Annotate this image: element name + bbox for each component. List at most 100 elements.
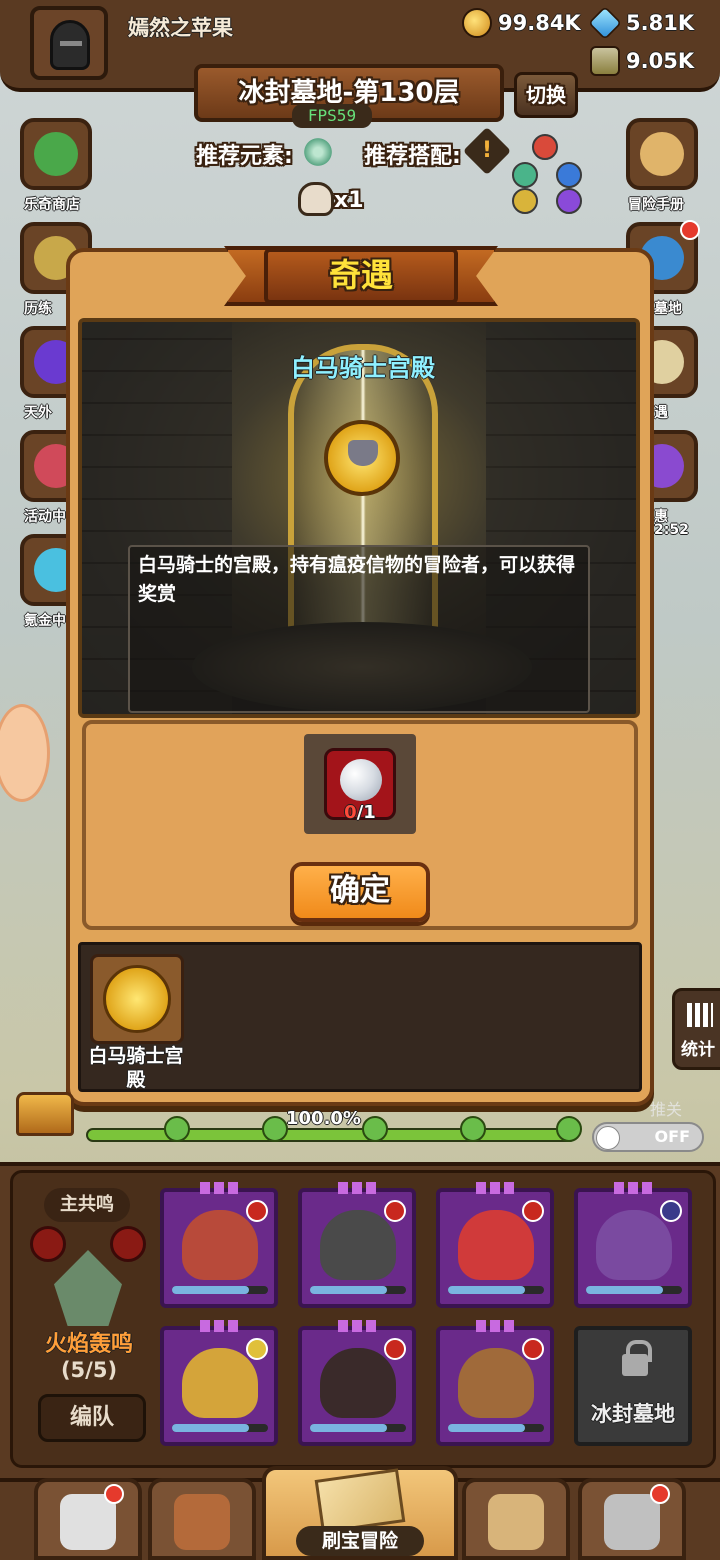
username: 嫣然之苹果 [128,16,233,40]
resonance-right-icon[interactable] [110,1226,146,1262]
confirm-button[interactable]: 确定 [290,862,430,922]
key-icon [362,1116,388,1142]
bar-chart-icon [687,1003,713,1027]
fire-element-badge-icon [522,1338,544,1360]
hero-portrait [458,1348,534,1418]
progress-percent: 100.0% [286,1108,361,1129]
progress-fill [88,1130,574,1140]
hero-hp-bar [172,1424,268,1432]
floating-assist-icon[interactable] [0,704,50,802]
wind-element-icon-small [512,162,538,188]
topup-label: 氪金中 [24,613,66,629]
fire-element-badge-icon [384,1338,406,1360]
stats-button[interactable]: 统计 [672,988,720,1070]
recommended-element-label: 推荐元素: [196,144,293,169]
star-rating [338,1182,378,1194]
hero-hp-bar [448,1424,544,1432]
outer-sky-label: 天外 [24,405,52,421]
wind-element-icon[interactable] [302,136,334,168]
treasure-chest-icon[interactable] [16,1092,74,1136]
switch-stage-button[interactable]: 切换 [514,72,578,118]
hero-slot[interactable] [160,1182,278,1308]
list-item[interactable] [90,954,184,1044]
main-resonance-label: 主共鸣 [44,1188,130,1222]
hero-hp-bar [448,1286,544,1294]
recommended-combo-label: 推荐搭配: [364,144,461,169]
gold-resource[interactable]: 99.84K [462,6,581,40]
hero-head-icon [174,1494,230,1550]
hero-slot[interactable] [436,1320,554,1446]
potion-amount: 9.05K [626,49,695,73]
diamond-resource[interactable]: 5.81K [588,6,694,40]
skull-count: x1 [334,188,364,213]
hero-hp-bar [310,1424,406,1432]
locked-slot-label: 冰封墓地 [591,1402,675,1426]
shop-label: 乐奇商店 [24,197,80,213]
team-count: (5/5) [60,1358,118,1382]
shop-button[interactable] [20,118,92,190]
hero-slot[interactable] [436,1182,554,1308]
knight-helmet-icon [50,20,90,70]
nav-treasure-adventure-button[interactable]: 刷宝冒险 [262,1466,458,1560]
nav-bag-button[interactable] [462,1478,570,1560]
key-icon [164,1116,190,1142]
gold-amount: 99.84K [498,11,581,35]
hammer-icon [604,1494,660,1550]
potion-resource[interactable]: 9.05K [590,44,694,78]
nav-hero-button[interactable] [148,1478,256,1560]
reward-have: 0 [344,802,357,823]
hero-hp-bar [586,1286,682,1294]
team-name: 火焰轰鸣 [44,1332,133,1357]
star-rating [200,1320,240,1332]
hero-slot[interactable] [298,1182,416,1308]
hero-portrait [182,1210,258,1280]
nav-shop-button[interactable] [34,1478,142,1560]
training-label: 历练 [24,301,52,317]
hero-slot[interactable] [574,1182,692,1308]
moon-element-badge-icon [660,1200,682,1222]
player-avatar[interactable] [30,6,108,80]
backpack-icon [488,1494,544,1550]
fire-element-icon [532,134,558,160]
fire-element-badge-icon [246,1200,268,1222]
fps-counter: FPS59 [292,104,372,128]
star-rating [614,1182,654,1194]
lock-icon [622,1340,652,1376]
hero-portrait [596,1210,672,1280]
sun-element-badge-icon [246,1338,268,1360]
gold-coin-icon [462,8,492,38]
notification-dot [650,1484,670,1504]
reward-need: /1 [356,802,376,823]
notification-dot [680,220,700,240]
water-element-icon [556,162,582,188]
potion-icon [590,46,620,76]
formation-button[interactable]: 编队 [38,1394,146,1442]
hero-hp-bar [172,1286,268,1294]
scroll-icon [640,132,684,176]
hero-slot[interactable] [160,1320,278,1446]
hero-portrait [320,1210,396,1280]
nav-main-label: 刷宝冒险 [296,1526,424,1556]
star-rating [476,1182,516,1194]
toggle-knob [596,1126,620,1150]
events-label: 活动中 [24,509,66,525]
key-icon [262,1116,288,1142]
encounter-label: 遇 [654,405,668,421]
deal-timer: 2:52 [654,522,689,538]
modal-title: 奇遇 [264,248,458,304]
scene-title: 白马骑士宫殿 [291,354,435,382]
diamond-icon [588,6,622,40]
warning-icon[interactable]: ! [462,126,512,176]
encounter-description: 白马骑士的宫殿，持有瘟疫信物的冒险者，可以获得奖赏 [128,545,590,713]
hero-slot[interactable] [298,1320,416,1446]
resonance-left-icon[interactable] [30,1226,66,1262]
knight-palace-emblem-icon [103,965,171,1033]
nav-forge-button[interactable] [578,1478,686,1560]
knight-palace-emblem-icon [324,420,400,496]
locked-hero-slot[interactable]: 冰封墓地 [574,1326,692,1446]
auto-advance-toggle[interactable]: OFF [592,1122,704,1152]
earth-element-icon [512,188,538,214]
graveyard-label: 墓地 [654,301,682,317]
adventure-handbook-button[interactable] [626,118,698,190]
star-rating [476,1320,516,1332]
